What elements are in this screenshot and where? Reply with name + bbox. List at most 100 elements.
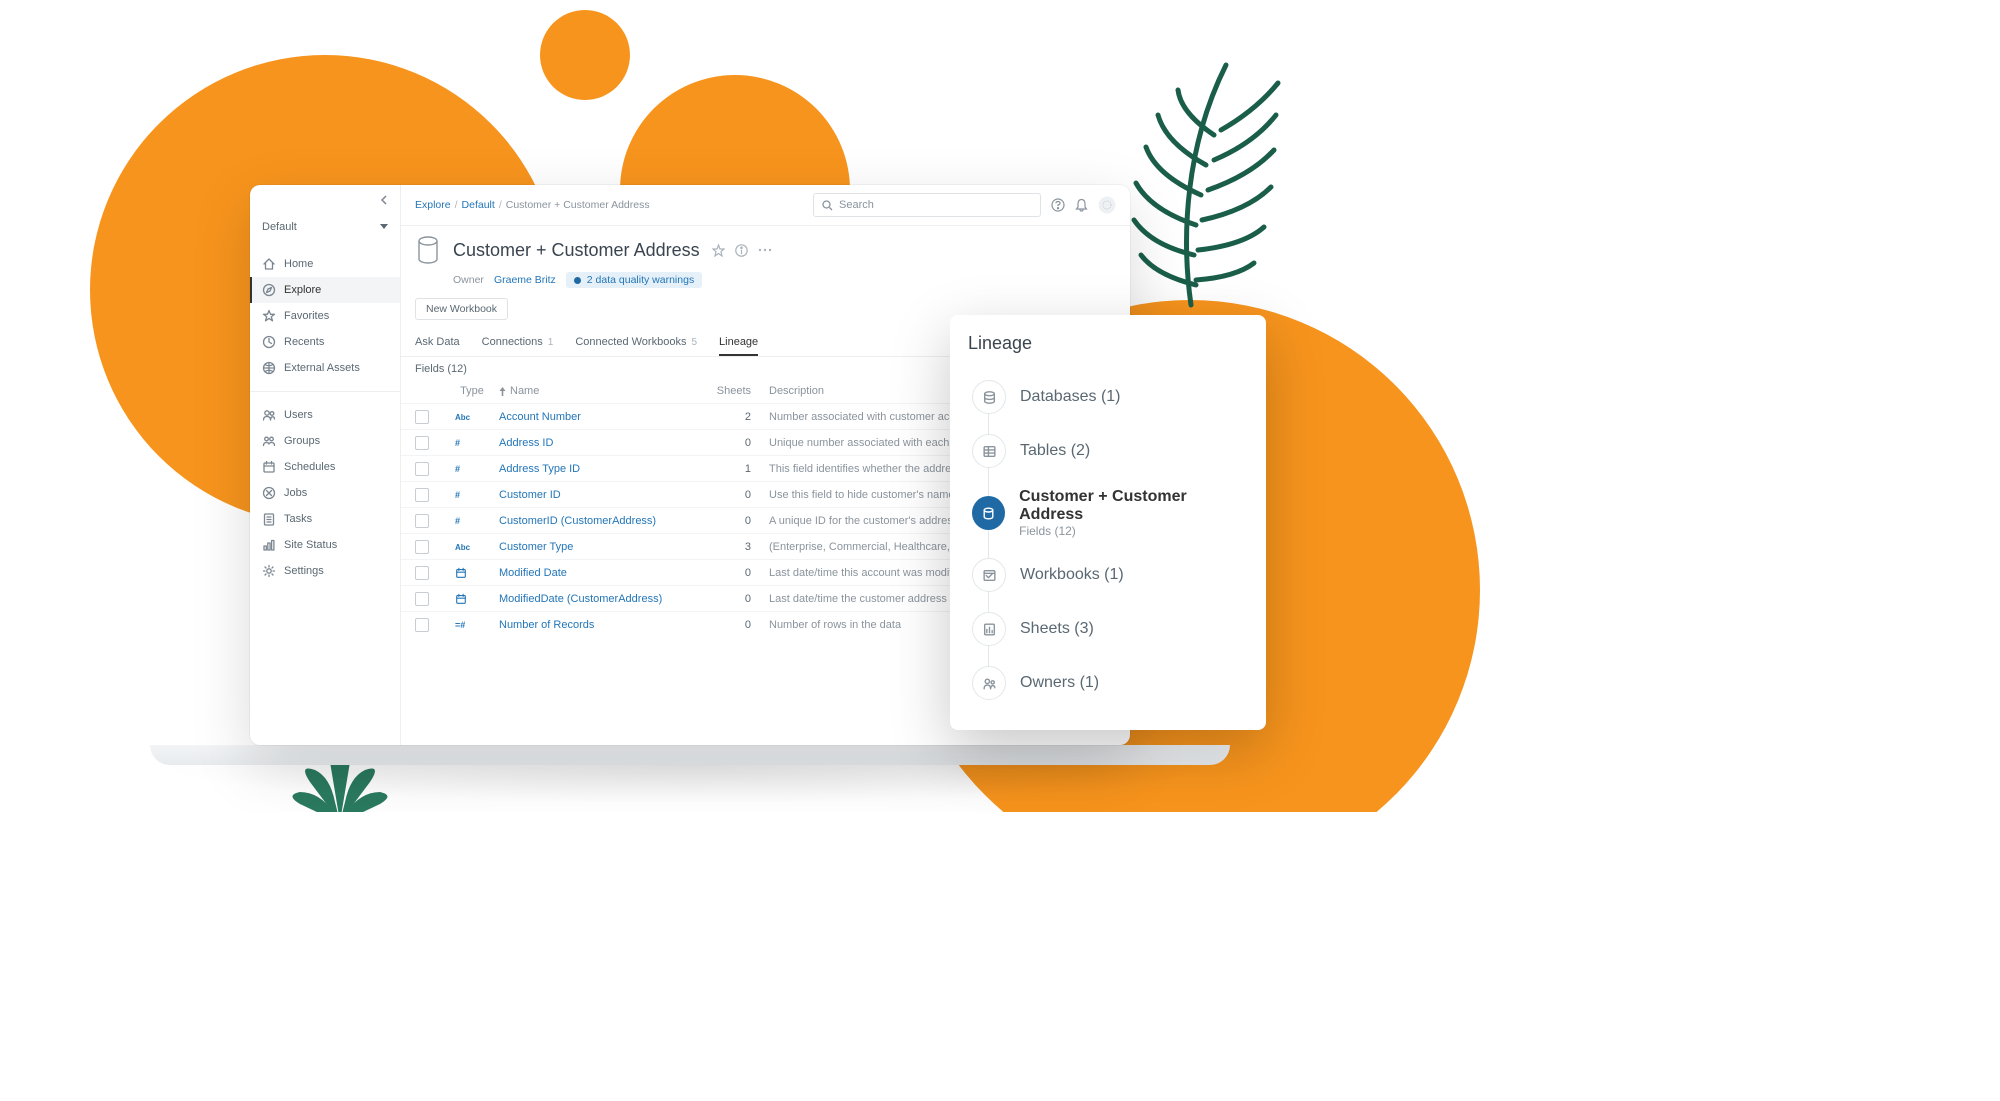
field-name-link[interactable]: Number of Records (499, 619, 699, 631)
field-sheets: 0 (709, 593, 759, 605)
field-name-link[interactable]: ModifiedDate (CustomerAddress) (499, 593, 699, 605)
sidebar-item-label: Schedules (284, 461, 335, 473)
sidebar-item-label: Users (284, 409, 313, 421)
clock-icon (262, 335, 276, 349)
row-checkbox[interactable] (415, 514, 429, 528)
lineage-title: Lineage (968, 333, 1248, 354)
field-type: Abc (455, 411, 489, 423)
status-icon (262, 538, 276, 552)
sidebar-item-tasks[interactable]: Tasks (250, 506, 400, 532)
sidebar-item-favorites[interactable]: Favorites (250, 303, 400, 329)
row-checkbox[interactable] (415, 540, 429, 554)
row-checkbox[interactable] (415, 410, 429, 424)
more-icon[interactable] (758, 248, 772, 252)
sidebar-item-label: Explore (284, 284, 321, 296)
field-name-link[interactable]: Address Type ID (499, 463, 699, 475)
tab-lineage[interactable]: Lineage (719, 330, 758, 356)
data-quality-badge[interactable]: 2 data quality warnings (566, 272, 702, 288)
sidebar-item-external-assets[interactable]: External Assets (250, 355, 400, 381)
field-name-link[interactable]: Address ID (499, 437, 699, 449)
sidebar-item-site-status[interactable]: Site Status (250, 532, 400, 558)
sidebar-item-label: Site Status (284, 539, 337, 551)
field-sheets: 0 (709, 567, 759, 579)
row-checkbox[interactable] (415, 618, 429, 632)
sort-asc-icon (499, 387, 506, 396)
field-name-link[interactable]: Modified Date (499, 567, 699, 579)
sidebar-item-recents[interactable]: Recents (250, 329, 400, 355)
field-type (455, 593, 489, 605)
avatar[interactable] (1098, 196, 1116, 214)
col-type[interactable]: Type (455, 385, 489, 397)
tab-ask-data[interactable]: Ask Data (415, 330, 460, 356)
sidebar-item-label: Home (284, 258, 313, 270)
field-sheets: 3 (709, 541, 759, 553)
favorite-icon[interactable] (712, 244, 725, 257)
row-checkbox[interactable] (415, 488, 429, 502)
lineage-item-ds[interactable]: Customer + Customer AddressFields (12) (972, 478, 1248, 548)
lineage-item-db[interactable]: Databases (1) (972, 370, 1248, 424)
project-name: Default (262, 221, 297, 233)
tasks-icon (262, 512, 276, 526)
sidebar-item-groups[interactable]: Groups (250, 428, 400, 454)
sheet-icon (972, 612, 1006, 646)
calendar-icon (262, 460, 276, 474)
info-icon[interactable] (735, 244, 748, 257)
field-type: # (455, 437, 489, 449)
col-name[interactable]: Name (499, 385, 699, 397)
field-sheets: 2 (709, 411, 759, 423)
row-checkbox[interactable] (415, 592, 429, 606)
sidebar-item-explore[interactable]: Explore (250, 277, 400, 303)
dq-text: 2 data quality warnings (587, 274, 694, 286)
sidebar-item-label: Groups (284, 435, 320, 447)
row-checkbox[interactable] (415, 566, 429, 580)
sidebar-item-label: Tasks (284, 513, 312, 525)
new-workbook-button[interactable]: New Workbook (415, 298, 508, 320)
lineage-label: Databases (1) (1020, 388, 1121, 406)
lineage-item-owner[interactable]: Owners (1) (972, 656, 1248, 710)
row-checkbox[interactable] (415, 462, 429, 476)
gear-icon (262, 564, 276, 578)
sidebar-item-schedules[interactable]: Schedules (250, 454, 400, 480)
search-input[interactable]: Search (813, 193, 1041, 217)
breadcrumb: Explore / Default / Customer + Customer … (415, 199, 650, 211)
bell-icon[interactable] (1075, 198, 1088, 212)
sidebar-collapse-button[interactable] (250, 185, 400, 215)
project-selector[interactable]: Default (262, 221, 388, 233)
tab-connected-workbooks[interactable]: Connected Workbooks5 (575, 330, 697, 356)
field-type: Abc (455, 541, 489, 553)
lineage-panel: Lineage Databases (1) Tables (2)Customer … (950, 315, 1266, 730)
page-title: Customer + Customer Address (453, 240, 700, 261)
tab-label: Connections (482, 336, 543, 348)
home-icon (262, 257, 276, 271)
lineage-item-wb[interactable]: Workbooks (1) (972, 548, 1248, 602)
users-icon (262, 408, 276, 422)
lineage-item-table[interactable]: Tables (2) (972, 424, 1248, 478)
compass-icon (262, 283, 276, 297)
field-type: # (455, 489, 489, 501)
sidebar-item-label: Recents (284, 336, 324, 348)
breadcrumb-current: Customer + Customer Address (506, 199, 650, 211)
help-icon[interactable] (1051, 198, 1065, 212)
sidebar-item-users[interactable]: Users (250, 402, 400, 428)
row-checkbox[interactable] (415, 436, 429, 450)
sidebar-item-jobs[interactable]: Jobs (250, 480, 400, 506)
tab-connections[interactable]: Connections1 (482, 330, 554, 356)
sidebar-item-home[interactable]: Home (250, 251, 400, 277)
field-name-link[interactable]: CustomerID (CustomerAddress) (499, 515, 699, 527)
field-name-link[interactable]: Customer Type (499, 541, 699, 553)
breadcrumb-root[interactable]: Explore (415, 199, 451, 211)
lineage-item-sheet[interactable]: Sheets (3) (972, 602, 1248, 656)
search-placeholder: Search (839, 199, 874, 211)
field-name-link[interactable]: Customer ID (499, 489, 699, 501)
owner-link[interactable]: Graeme Britz (494, 274, 556, 286)
field-type: =# (455, 619, 489, 631)
field-sheets: 0 (709, 619, 759, 631)
ds-icon (972, 496, 1005, 530)
sidebar-item-settings[interactable]: Settings (250, 558, 400, 584)
wb-icon (972, 558, 1006, 592)
tab-label: Ask Data (415, 336, 460, 348)
breadcrumb-project[interactable]: Default (462, 199, 495, 211)
field-name-link[interactable]: Account Number (499, 411, 699, 423)
col-sheets[interactable]: Sheets (709, 385, 759, 397)
warning-dot-icon (574, 277, 581, 284)
